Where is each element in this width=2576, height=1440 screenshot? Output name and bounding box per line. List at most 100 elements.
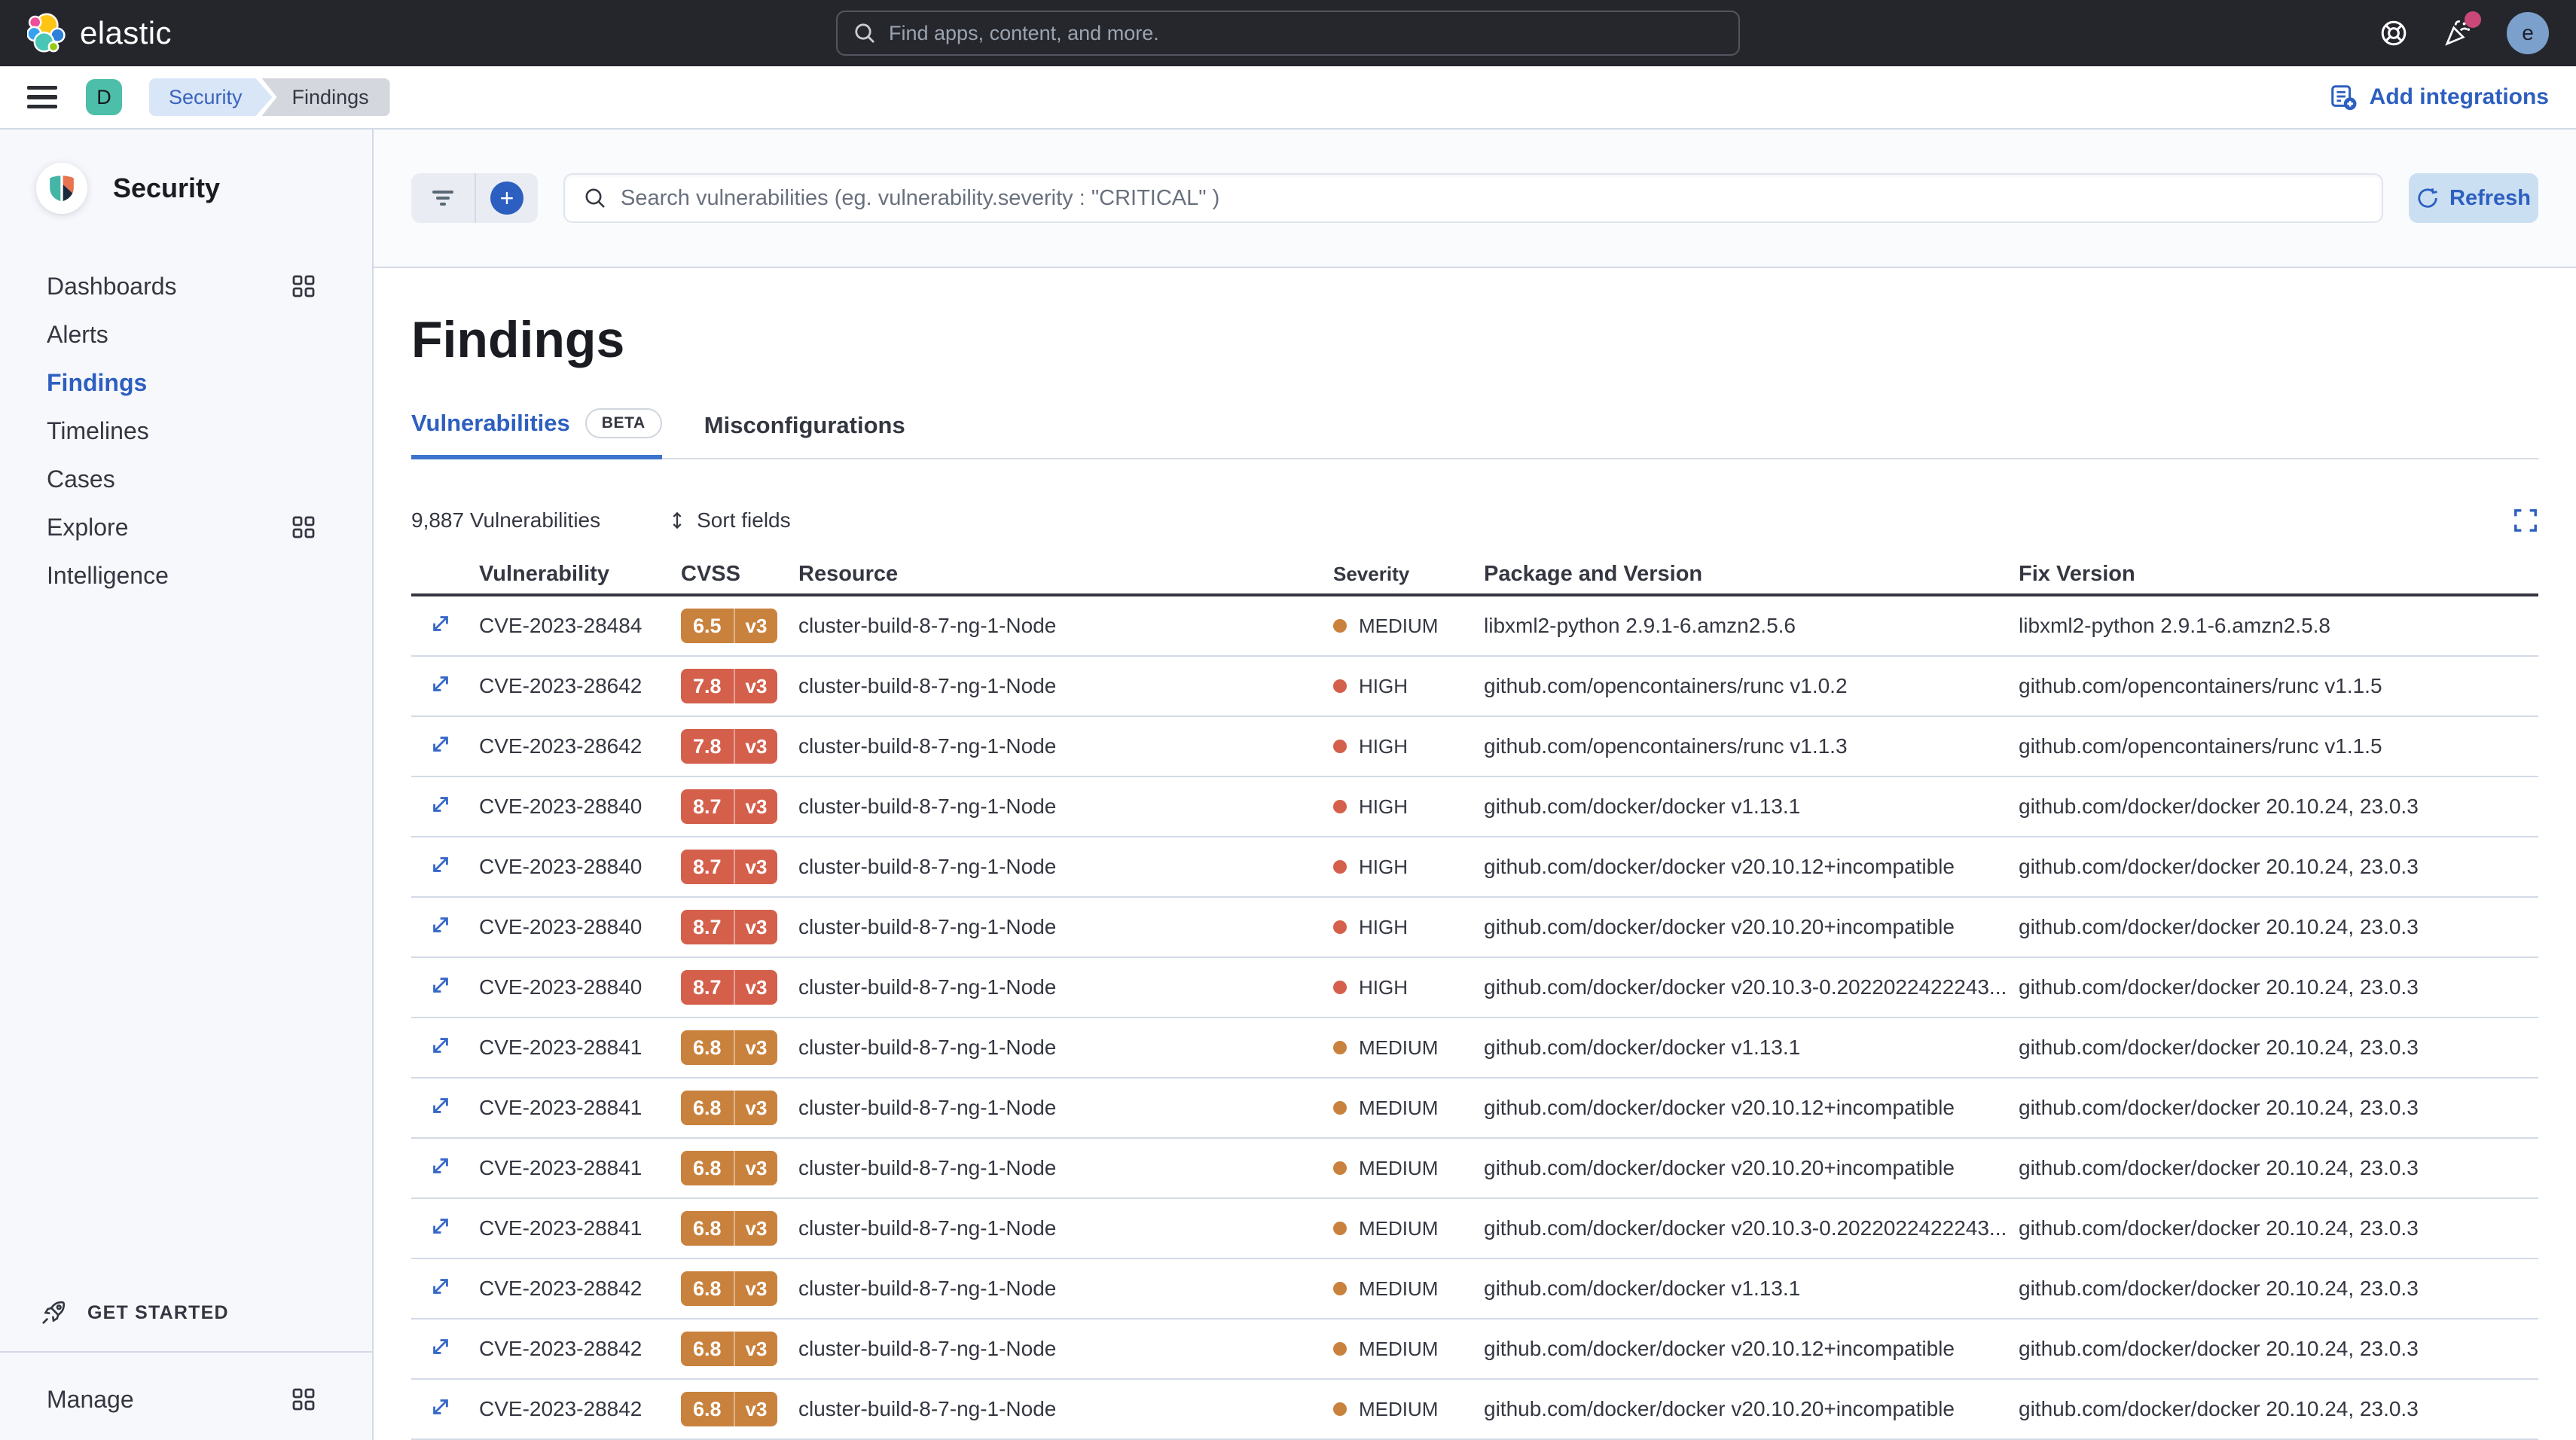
sidebar-item-manage[interactable]: Manage [0, 1377, 372, 1422]
package-version: github.com/docker/docker v20.10.12+incom… [1484, 855, 2019, 879]
add-integrations-button[interactable]: Add integrations [2329, 83, 2549, 111]
expand-row-button[interactable] [429, 793, 452, 816]
vulnerability-search-input[interactable] [621, 186, 2364, 211]
sidebar-item-intelligence[interactable]: Intelligence [0, 551, 372, 599]
cvss-version: v3 [734, 1271, 778, 1306]
severity-label: MEDIUM [1359, 1097, 1438, 1120]
fix-version: github.com/docker/docker 20.10.24, 23.0.… [2019, 795, 2538, 819]
cvss-version: v3 [734, 609, 778, 643]
severity-label: HIGH [1359, 795, 1408, 819]
expand-row-button[interactable] [429, 1215, 452, 1237]
vulnerability-id: CVE-2023-28840 [479, 795, 642, 818]
cvss-score: 7.8 [681, 669, 734, 703]
expand-row-button[interactable] [429, 1335, 452, 1358]
table-row: CVE-2023-28840 8.7 v3 cluster-build-8-7-… [411, 777, 2538, 837]
package-version: libxml2-python 2.9.1-6.amzn2.5.6 [1484, 614, 2019, 638]
table-row: CVE-2023-28642 7.8 v3 cluster-build-8-7-… [411, 657, 2538, 717]
global-search-input[interactable] [889, 22, 1723, 45]
resource-name: cluster-build-8-7-ng-1-Node [798, 795, 1333, 819]
expand-row-button[interactable] [429, 1155, 452, 1177]
cvss-score: 6.8 [681, 1030, 734, 1065]
deployment-badge[interactable]: D [86, 79, 122, 115]
grid-icon [292, 1388, 315, 1411]
cvss-version: v3 [734, 970, 778, 1005]
severity-dot [1333, 1342, 1347, 1356]
expand-row-button[interactable] [429, 1275, 452, 1298]
fullscreen-icon[interactable] [2513, 508, 2538, 533]
cvss-badge: 6.5 v3 [681, 609, 777, 643]
vulnerability-search-bar[interactable] [563, 173, 2383, 223]
user-avatar[interactable]: e [2507, 12, 2549, 54]
notification-badge-dot [2465, 11, 2481, 28]
expand-row-button[interactable] [429, 914, 452, 936]
findings-tabs: VulnerabilitiesBETA Misconfigurations [411, 408, 2538, 459]
expand-row-button[interactable] [429, 612, 452, 635]
resource-name: cluster-build-8-7-ng-1-Node [798, 1156, 1333, 1180]
sort-icon [667, 509, 688, 532]
package-version: github.com/opencontainers/runc v1.0.2 [1484, 674, 2019, 698]
table-row: CVE-2023-28841 6.8 v3 cluster-build-8-7-… [411, 1199, 2538, 1259]
fix-version: github.com/docker/docker 20.10.24, 23.0.… [2019, 1096, 2538, 1120]
expand-row-button[interactable] [429, 673, 452, 695]
sidebar-nav: DashboardsAlertsFindingsTimelinesCases Ex… [0, 262, 372, 599]
add-filter-button[interactable]: + [475, 173, 538, 223]
severity-label: HIGH [1359, 675, 1408, 698]
sort-fields-button[interactable]: Sort fields [667, 508, 791, 532]
expand-row-button[interactable] [429, 1034, 452, 1057]
fix-version: github.com/docker/docker 20.10.24, 23.0.… [2019, 1397, 2538, 1421]
page-title: Findings [411, 310, 2538, 369]
expand-row-button[interactable] [429, 1396, 452, 1418]
resource-name: cluster-build-8-7-ng-1-Node [798, 1036, 1333, 1060]
refresh-button[interactable]: Refresh [2409, 173, 2538, 223]
sidebar-item-findings[interactable]: Findings [0, 358, 372, 407]
cvss-badge: 6.8 v3 [681, 1392, 777, 1426]
sidebar-item-label: Intelligence [47, 562, 315, 590]
package-version: github.com/docker/docker v20.10.12+incom… [1484, 1096, 2019, 1120]
get-started-button[interactable]: GET STARTED [0, 1298, 372, 1351]
sidebar-item-timelines[interactable]: Timelines [0, 407, 372, 455]
fix-version: github.com/docker/docker 20.10.24, 23.0.… [2019, 855, 2538, 879]
severity-dot [1333, 800, 1347, 813]
newsfeed-icon[interactable] [2442, 17, 2474, 49]
column-header: Vulnerability [479, 562, 681, 587]
sidebar-item-dashboards[interactable]: Dashboards [0, 262, 372, 310]
severity-label: MEDIUM [1359, 1217, 1438, 1240]
grid-icon [292, 275, 315, 297]
sidebar-item-alerts[interactable]: Alerts [0, 310, 372, 358]
column-header: Package and Version [1484, 562, 2019, 587]
breadcrumb-security[interactable]: Security [149, 78, 273, 116]
expand-row-button[interactable] [429, 733, 452, 755]
tab-vulnerabilities[interactable]: VulnerabilitiesBETA [411, 408, 662, 459]
vulnerability-id: CVE-2023-28841 [479, 1216, 642, 1240]
global-search-bar[interactable] [836, 11, 1740, 56]
severity-label: MEDIUM [1359, 1338, 1438, 1361]
vulnerability-id: CVE-2023-28841 [479, 1096, 642, 1119]
tab-misconfigurations[interactable]: Misconfigurations [704, 408, 905, 459]
expand-row-button[interactable] [429, 974, 452, 996]
table-row: CVE-2023-28840 8.7 v3 cluster-build-8-7-… [411, 958, 2538, 1018]
severity-label: HIGH [1359, 976, 1408, 999]
table-row: CVE-2023-28841 6.8 v3 cluster-build-8-7-… [411, 1018, 2538, 1078]
help-icon[interactable] [2379, 18, 2409, 48]
sidebar-item-explore[interactable]: Explore [0, 503, 372, 551]
sidebar-item-cases[interactable]: Cases [0, 455, 372, 503]
vulnerability-id: CVE-2023-28484 [479, 614, 642, 637]
vulnerability-id: CVE-2023-28842 [479, 1277, 642, 1300]
menu-hamburger-icon[interactable] [27, 86, 57, 108]
cvss-badge: 7.8 v3 [681, 729, 777, 764]
severity-dot [1333, 679, 1347, 693]
cvss-score: 8.7 [681, 850, 734, 884]
elastic-brand[interactable]: elastic [27, 13, 172, 53]
resource-name: cluster-build-8-7-ng-1-Node [798, 855, 1333, 879]
query-filter-bar: + Refresh [374, 130, 2576, 268]
expand-row-button[interactable] [429, 853, 452, 876]
sidebar-item-label: Explore [47, 514, 292, 542]
fix-version: github.com/docker/docker 20.10.24, 23.0.… [2019, 1216, 2538, 1240]
filter-icon-button[interactable] [411, 173, 475, 223]
cvss-score: 6.8 [681, 1211, 734, 1246]
cvss-version: v3 [734, 910, 778, 944]
severity-label: MEDIUM [1359, 615, 1438, 638]
plus-icon: + [490, 182, 523, 215]
expand-row-button[interactable] [429, 1094, 452, 1117]
search-icon [853, 21, 877, 45]
